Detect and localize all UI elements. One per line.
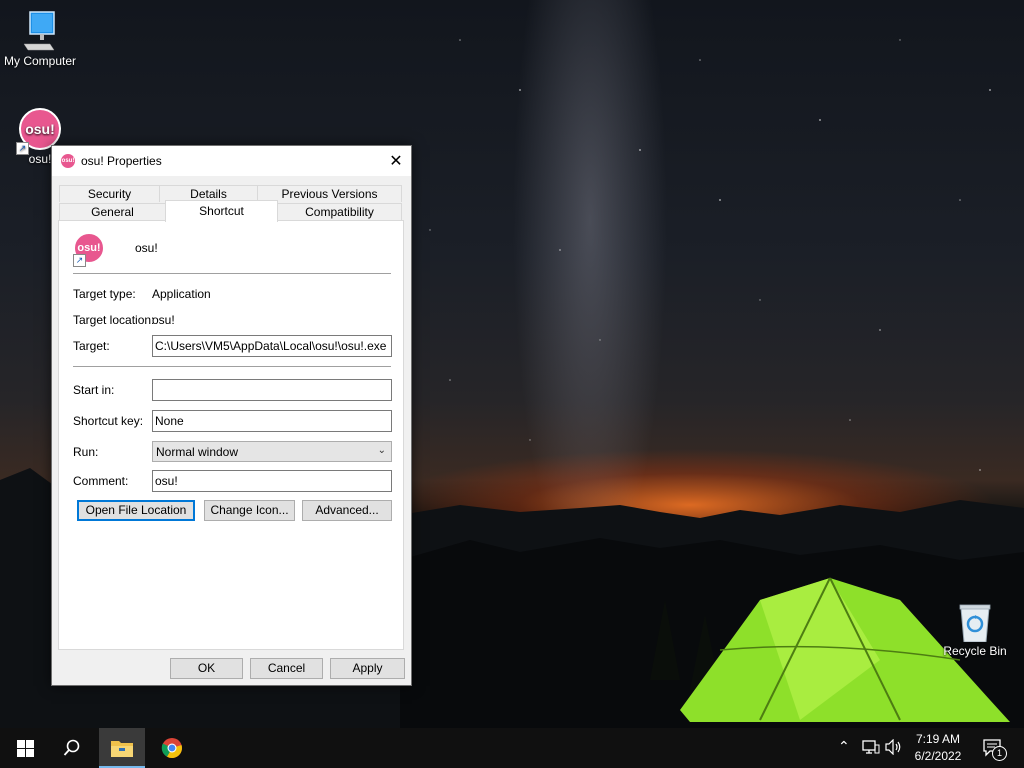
taskbar: ⌃ 7:19 AM 6/2/2022 1	[0, 728, 1024, 768]
tab-compatibility[interactable]: Compatibility	[277, 203, 402, 220]
taskbar-chrome[interactable]	[149, 728, 195, 768]
start-icon	[16, 739, 34, 757]
separator	[73, 366, 391, 367]
open-file-location-button[interactable]: Open File Location	[77, 500, 195, 521]
shortcut-tab-panel: osu! ↗ osu! Target type: Application Tar…	[58, 220, 404, 650]
shortcut-key-label: Shortcut key:	[73, 414, 144, 428]
target-type-value: Application	[152, 287, 211, 301]
desktop-icon-recycle-bin[interactable]: Recycle Bin	[935, 602, 1015, 658]
separator	[73, 273, 391, 274]
desktop-icon-label: My Computer	[3, 54, 77, 68]
tab-previous-versions[interactable]: Previous Versions	[257, 185, 402, 202]
tab-security[interactable]: Security	[59, 185, 160, 202]
properties-dialog: osu! osu! Properties ✕ Security Details …	[51, 145, 412, 686]
osu-logo-text: osu!	[25, 121, 55, 137]
shortcut-arrow-icon: ↗	[16, 142, 29, 155]
taskbar-clock[interactable]: 7:19 AM 6/2/2022	[905, 731, 971, 765]
start-button[interactable]	[2, 728, 48, 768]
volume-icon[interactable]	[885, 738, 903, 758]
target-location-label: Target location:	[73, 313, 155, 327]
close-icon: ✕	[389, 153, 403, 170]
network-icon[interactable]	[862, 739, 880, 758]
shortcut-name: osu!	[135, 241, 158, 255]
ok-button[interactable]: OK	[170, 658, 243, 679]
tab-general[interactable]: General	[59, 203, 166, 220]
target-field[interactable]: C:\Users\VM5\AppData\Local\osu!\osu!.exe	[152, 335, 392, 357]
taskbar-file-explorer[interactable]	[99, 728, 145, 768]
chevron-down-icon: ⌄	[377, 445, 386, 456]
search-button[interactable]	[49, 728, 95, 768]
notification-count-badge: 1	[992, 746, 1007, 761]
target-label: Target:	[73, 339, 110, 353]
clock-date: 6/2/2022	[914, 749, 962, 763]
comment-label: Comment:	[73, 474, 129, 488]
osu-logo-text: osu!	[61, 158, 75, 164]
apply-button[interactable]: Apply	[330, 658, 405, 679]
start-in-field[interactable]	[152, 379, 392, 401]
show-hidden-icons-chevron-up-icon[interactable]: ⌃	[838, 738, 850, 755]
dialog-titlebar[interactable]: osu! osu! Properties ✕	[52, 146, 411, 176]
cancel-button[interactable]: Cancel	[250, 658, 323, 679]
osu-logo-text: osu!	[77, 242, 101, 254]
action-center-button[interactable]: 1	[982, 737, 1007, 761]
osu-logo-icon: osu!	[60, 153, 76, 169]
run-select[interactable]: Normal window ⌄	[152, 441, 392, 462]
recycle-bin-icon	[958, 602, 992, 643]
search-icon	[63, 739, 80, 756]
target-type-label: Target type:	[73, 287, 136, 301]
shortcut-key-field[interactable]: None	[152, 410, 392, 432]
advanced-button[interactable]: Advanced...	[302, 500, 392, 521]
desktop-icon-label: Recycle Bin	[943, 644, 1007, 658]
tab-shortcut[interactable]: Shortcut	[165, 200, 278, 222]
change-icon-button[interactable]: Change Icon...	[204, 500, 295, 521]
run-select-value: Normal window	[156, 445, 239, 459]
target-location-value: osu!	[152, 313, 175, 327]
chrome-icon	[161, 738, 182, 759]
shortcut-arrow-icon: ↗	[73, 254, 86, 267]
clock-time: 7:19 AM	[915, 732, 961, 746]
desktop-icon-my-computer[interactable]: My Computer	[0, 8, 80, 68]
dialog-title: osu! Properties	[81, 154, 162, 168]
start-in-label: Start in:	[73, 383, 115, 397]
comment-field[interactable]: osu!	[152, 470, 392, 492]
monitor-icon	[23, 11, 55, 51]
file-explorer-icon	[111, 741, 133, 757]
run-label: Run:	[73, 445, 99, 459]
close-button[interactable]: ✕	[381, 146, 411, 176]
